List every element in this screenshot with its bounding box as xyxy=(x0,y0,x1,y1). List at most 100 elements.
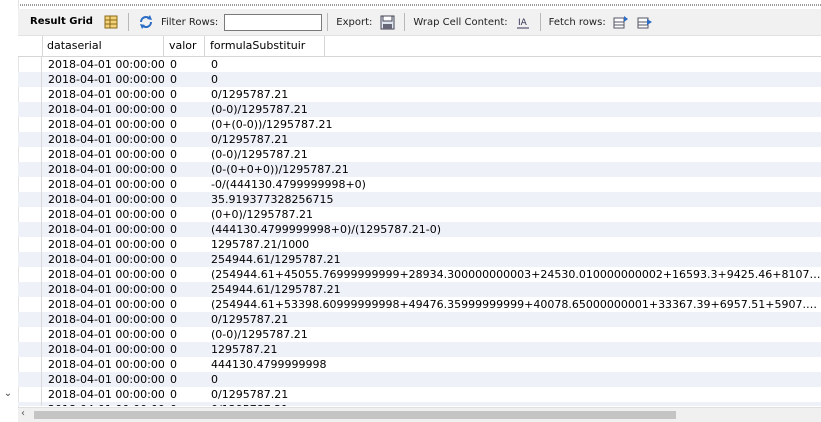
row-selector[interactable] xyxy=(18,342,42,357)
table-cell-dataserial[interactable]: 2018-04-01 00:00:00 xyxy=(42,312,164,327)
table-row[interactable]: 2018-04-01 00:00:00 0 0 xyxy=(18,57,821,72)
table-row[interactable]: 2018-04-01 00:00:0000/1295787.21 xyxy=(18,87,821,102)
row-selector[interactable] xyxy=(18,312,42,327)
table-row[interactable]: 2018-04-01 00:00:00 0 254944.61/1295787.21 xyxy=(18,282,821,297)
table-cell-formulasubstituir[interactable]: (0-(0+0+0))/1295787.21 xyxy=(205,162,821,177)
row-selector[interactable] xyxy=(18,327,42,342)
table-row[interactable]: 2018-04-01 00:00:00 0 (0+0)/1295787.21 xyxy=(18,207,821,222)
table-row[interactable]: 2018-04-01 00:00:00 0 0 xyxy=(18,72,821,87)
table-cell-dataserial[interactable]: 2018-04-01 00:00:00 xyxy=(42,207,164,222)
row-selector[interactable] xyxy=(18,252,42,267)
row-selector[interactable] xyxy=(18,237,42,252)
table-cell-formulasubstituir[interactable]: (0+(0-0))/1295787.21 xyxy=(205,117,821,132)
table-cell-valor[interactable]: 0 xyxy=(164,177,205,192)
table-cell-valor[interactable]: 0 xyxy=(164,132,205,147)
row-selector[interactable] xyxy=(18,57,42,72)
table-cell-valor[interactable]: 0 xyxy=(164,402,205,406)
row-selector[interactable] xyxy=(18,147,42,162)
table-cell-formulasubstituir[interactable]: 35.919377328256715 xyxy=(205,192,821,207)
table-cell-dataserial[interactable]: 2018-04-01 00:00:00 xyxy=(42,357,164,372)
table-cell-valor[interactable]: 0 xyxy=(164,267,205,282)
table-cell-formulasubstituir[interactable]: 0/1295787.21 xyxy=(205,387,821,402)
row-selector[interactable] xyxy=(18,282,42,297)
header-corner[interactable] xyxy=(18,36,43,56)
table-row[interactable]: 2018-04-01 00:00:00 0 1295787.21/1000 xyxy=(18,237,821,252)
table-cell-dataserial[interactable]: 2018-04-01 00:00:00 xyxy=(42,372,164,387)
table-cell-formulasubstituir[interactable]: 254944.61/1295787.21 xyxy=(205,252,821,267)
column-header-dataserial[interactable]: dataserial xyxy=(42,36,164,56)
table-cell-valor[interactable]: 0 xyxy=(164,357,205,372)
column-header-valor[interactable]: valor xyxy=(164,36,205,56)
chevron-down-icon[interactable]: ⌄ xyxy=(3,388,13,399)
row-selector[interactable] xyxy=(18,117,42,132)
table-cell-valor[interactable]: 0 xyxy=(164,282,205,297)
table-cell-dataserial[interactable]: 2018-04-01 00:00:00 xyxy=(42,282,164,297)
row-selector[interactable] xyxy=(18,267,42,282)
row-selector[interactable] xyxy=(18,387,42,402)
table-cell-formulasubstituir[interactable]: (0-0)/1295787.21 xyxy=(205,327,821,342)
table-row[interactable]: 2018-04-01 00:00:00 0 (444130.4799999998+0… xyxy=(18,222,821,237)
row-selector[interactable] xyxy=(18,102,42,117)
table-row[interactable]: 2018-04-01 00:00:00 0 (0-0)/1295787.21 xyxy=(18,102,821,117)
table-cell-formulasubstituir[interactable]: 444130.4799999998 xyxy=(205,357,821,372)
table-cell-valor[interactable]: 0 xyxy=(164,237,205,252)
table-cell-dataserial[interactable]: 2018-04-01 00:00:00 xyxy=(42,267,164,282)
table-cell-dataserial[interactable]: 2018-04-01 00:00:00 xyxy=(42,297,164,312)
table-cell-formulasubstituir[interactable]: 0 xyxy=(205,57,821,72)
table-row[interactable]: 2018-04-01 00:00:00 0 (0-0)/1295787.21 xyxy=(18,327,821,342)
table-cell-valor[interactable]: 0 xyxy=(164,57,205,72)
table-cell-valor[interactable]: 0 xyxy=(164,297,205,312)
table-cell-dataserial[interactable]: 2018-04-01 00:00:00 xyxy=(42,72,164,87)
row-selector[interactable] xyxy=(18,372,42,387)
row-selector[interactable] xyxy=(18,72,42,87)
table-cell-dataserial[interactable]: 2018-04-01 00:00:00 xyxy=(42,132,164,147)
table-cell-dataserial[interactable]: 2018-04-01 00:00:00 xyxy=(42,192,164,207)
row-selector[interactable] xyxy=(18,357,42,372)
table-cell-dataserial[interactable]: 2018-04-01 00:00:00 xyxy=(42,327,164,342)
table-row[interactable]: 2018-04-01 00:00:00 0 35.919377328256715 xyxy=(18,192,821,207)
row-selector[interactable] xyxy=(18,297,42,312)
table-cell-formulasubstituir[interactable]: 254944.61/1295787.21 xyxy=(205,282,821,297)
scrollbar-thumb[interactable] xyxy=(34,411,676,419)
table-cell-formulasubstituir[interactable]: (0-0)/1295787.21 xyxy=(205,147,821,162)
row-selector[interactable] xyxy=(18,132,42,147)
table-cell-dataserial[interactable]: 2018-04-01 00:00:00 xyxy=(42,87,164,102)
table-row[interactable]: 2018-04-01 00:00:00 0 444130.4799999998 xyxy=(18,357,821,372)
table-cell-formulasubstituir[interactable]: (0-0)/1295787.21 xyxy=(205,102,821,117)
column-header-formulasubstituir[interactable]: formulaSubstituir xyxy=(205,36,325,56)
row-selector[interactable] xyxy=(18,87,42,102)
table-cell-formulasubstituir[interactable]: 1295787.21/1000 xyxy=(205,237,821,252)
table-cell-dataserial[interactable]: 2018-04-01 00:00:00 xyxy=(42,117,164,132)
refresh-icon[interactable] xyxy=(138,14,154,30)
table-cell-formulasubstituir[interactable]: 1295787.21 xyxy=(205,342,821,357)
table-row[interactable]: 2018-04-01 00:00:0000/1295787.21 xyxy=(18,387,821,402)
table-cell-valor[interactable]: 0 xyxy=(164,207,205,222)
table-row[interactable]: 2018-04-01 00:00:00 0 -0/(444130.479999999… xyxy=(18,177,821,192)
table-cell-dataserial[interactable]: 2018-04-01 00:00:00 xyxy=(42,252,164,267)
table-row[interactable]: 2018-04-01 00:00:0000/1295787.21 xyxy=(18,132,821,147)
table-cell-dataserial[interactable]: 2018-04-01 00:00:00 xyxy=(42,57,164,72)
row-selector[interactable] xyxy=(18,222,42,237)
table-row[interactable]: 2018-04-01 00:00:0000/1295787.21 xyxy=(18,402,821,406)
table-row[interactable]: 2018-04-01 00:00:0000/1295787.21 xyxy=(18,312,821,327)
table-cell-formulasubstituir[interactable]: (254944.61+53398.60999999998+49476.35999… xyxy=(205,297,821,312)
table-cell-valor[interactable]: 0 xyxy=(164,252,205,267)
table-cell-dataserial[interactable]: 2018-04-01 00:00:00 xyxy=(42,162,164,177)
table-cell-formulasubstituir[interactable]: (254944.61+45055.76999999999+28934.30000… xyxy=(205,267,821,282)
fetch-next-icon[interactable] xyxy=(613,14,629,30)
table-cell-formulasubstituir[interactable]: 0/1295787.21 xyxy=(205,132,821,147)
filter-rows-input[interactable] xyxy=(224,13,323,31)
table-cell-valor[interactable]: 0 xyxy=(164,312,205,327)
table-row[interactable]: 2018-04-01 00:00:00 0 1295787.21 xyxy=(18,342,821,357)
wrap-text-icon[interactable]: IA xyxy=(515,14,531,30)
row-selector[interactable] xyxy=(18,402,42,406)
export-icon[interactable] xyxy=(379,14,395,30)
table-row[interactable]: 2018-04-01 00:00:00 0 (254944.61+53398.609… xyxy=(18,297,821,312)
table-cell-valor[interactable]: 0 xyxy=(164,372,205,387)
row-selector[interactable] xyxy=(18,162,42,177)
table-cell-valor[interactable]: 0 xyxy=(164,72,205,87)
table-cell-formulasubstituir[interactable]: 0 xyxy=(205,372,821,387)
tab-result-grid[interactable]: Result Grid xyxy=(24,11,99,33)
scroll-left-icon[interactable]: ‹ xyxy=(21,408,25,419)
fetch-all-icon[interactable] xyxy=(637,14,653,30)
